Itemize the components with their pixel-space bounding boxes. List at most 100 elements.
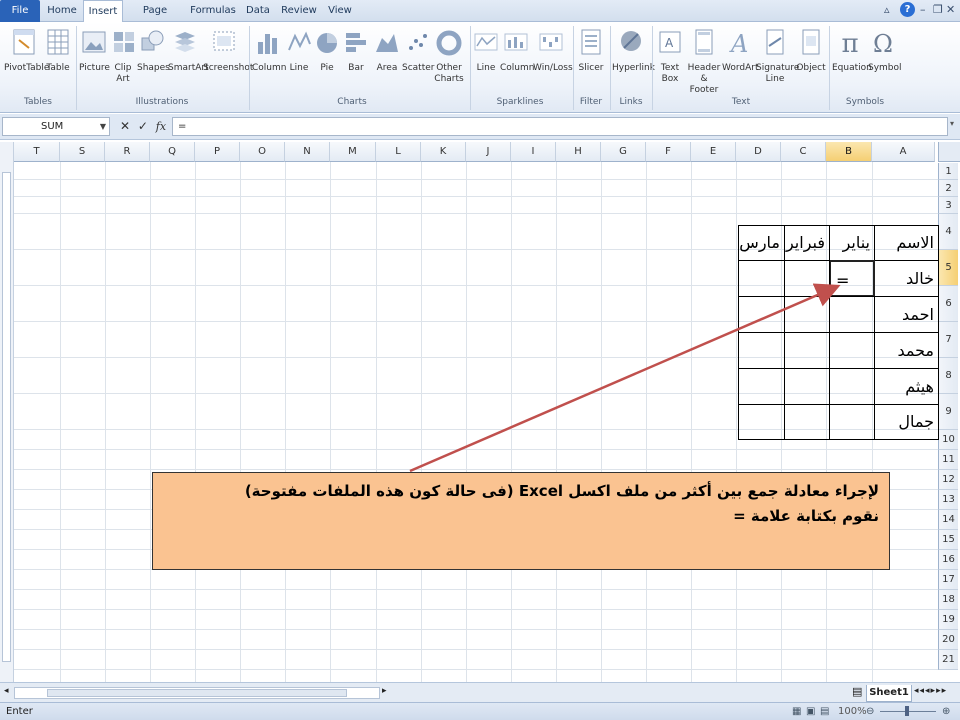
zoom-out-icon[interactable]: ⊖ — [866, 703, 874, 720]
column-chart-button[interactable]: Column — [252, 28, 286, 74]
screenshot-button[interactable]: Screenshot — [203, 28, 253, 74]
ribbon-minimize-icon[interactable]: ▵ — [884, 3, 890, 16]
zoom-in-icon[interactable]: ⊕ — [942, 703, 950, 720]
column-header-d[interactable]: D — [736, 142, 781, 162]
tab-file[interactable]: File — [0, 0, 40, 22]
row-header-20[interactable]: 20 — [938, 630, 958, 650]
symbol-button[interactable]: Ω Symbol — [868, 28, 902, 74]
cancel-icon[interactable]: ✕ — [120, 119, 130, 133]
sparkline-column-button[interactable]: Column — [500, 28, 534, 74]
column-header-b[interactable]: B — [826, 142, 872, 162]
signature-line-button[interactable]: Signature Line — [756, 28, 799, 85]
column-header-k[interactable]: K — [421, 142, 466, 162]
select-all-corner[interactable] — [938, 142, 960, 162]
tab-formulas[interactable]: Formulas — [190, 0, 236, 22]
data-cell[interactable] — [784, 368, 830, 405]
expand-formula-icon[interactable]: ▾ — [950, 119, 958, 133]
enter-icon[interactable]: ✓ — [138, 119, 148, 133]
data-cell[interactable] — [738, 260, 785, 297]
column-header-e[interactable]: E — [691, 142, 736, 162]
hyperlink-button[interactable]: Hyperlink — [612, 28, 655, 74]
column-header-m[interactable]: M — [330, 142, 376, 162]
clip-art-button[interactable]: Clip Art — [111, 28, 135, 85]
bar-chart-button[interactable]: Bar — [342, 28, 370, 74]
data-cell[interactable] — [784, 404, 830, 440]
close-icon[interactable]: ✕ — [946, 3, 955, 16]
column-header-r[interactable]: R — [105, 142, 150, 162]
data-cell[interactable] — [829, 368, 875, 405]
column-header-p[interactable]: P — [195, 142, 240, 162]
data-cell[interactable] — [738, 368, 785, 405]
data-cell[interactable] — [829, 404, 875, 440]
name-cell[interactable]: محمد — [874, 332, 939, 369]
row-header-9[interactable]: 9 — [938, 394, 958, 430]
equation-button[interactable]: π Equation — [832, 28, 872, 74]
horizontal-scrollbar[interactable] — [14, 687, 380, 699]
row-header-11[interactable]: 11 — [938, 450, 958, 470]
shapes-button[interactable]: Shapes — [137, 28, 170, 74]
slicer-button[interactable]: Slicer — [576, 28, 606, 74]
data-cell[interactable] — [784, 296, 830, 333]
header-march-cell[interactable]: مارس — [738, 225, 785, 261]
table-button[interactable]: Table — [44, 28, 72, 74]
name-cell[interactable]: خالد — [874, 260, 939, 297]
column-header-j[interactable]: J — [466, 142, 511, 162]
header-name-cell[interactable]: الاسم — [874, 225, 939, 261]
row-header-13[interactable]: 13 — [938, 490, 958, 510]
name-cell[interactable]: هيثم — [874, 368, 939, 405]
tab-home[interactable]: Home — [42, 0, 82, 22]
tab-page-layout[interactable]: Page Layout — [126, 0, 184, 38]
scroll-right-icon[interactable]: ▸ — [382, 686, 387, 696]
row-header-21[interactable]: 21 — [938, 650, 958, 670]
area-chart-button[interactable]: Area — [372, 28, 402, 74]
row-header-15[interactable]: 15 — [938, 530, 958, 550]
tab-data[interactable]: Data — [242, 0, 274, 22]
row-header-14[interactable]: 14 — [938, 510, 958, 530]
column-header-g[interactable]: G — [601, 142, 646, 162]
row-header-5[interactable]: 5 — [938, 250, 958, 286]
data-cell[interactable] — [738, 404, 785, 440]
restore-icon[interactable]: ❐ — [933, 3, 943, 16]
pie-chart-button[interactable]: Pie — [314, 28, 340, 74]
data-cell[interactable] — [738, 332, 785, 369]
data-cell[interactable] — [738, 296, 785, 333]
sparkline-line-button[interactable]: Line — [472, 28, 500, 74]
row-header-8[interactable]: 8 — [938, 358, 958, 394]
column-header-h[interactable]: H — [556, 142, 601, 162]
name-box[interactable]: SUM ▼ — [2, 117, 110, 136]
scroll-thumb[interactable] — [2, 172, 11, 662]
insert-sheet-icon[interactable]: ▤ — [852, 685, 862, 698]
column-header-a[interactable]: A — [872, 142, 935, 162]
data-cell[interactable] — [784, 332, 830, 369]
tab-review[interactable]: Review — [280, 0, 318, 22]
picture-button[interactable]: Picture — [79, 28, 110, 74]
name-cell[interactable]: جمال — [874, 404, 939, 440]
other-charts-button[interactable]: Other Charts — [433, 28, 465, 85]
row-header-3[interactable]: 3 — [938, 197, 958, 214]
column-header-q[interactable]: Q — [150, 142, 195, 162]
wordart-button[interactable]: A WordArt — [722, 28, 759, 74]
row-header-16[interactable]: 16 — [938, 550, 958, 570]
row-header-12[interactable]: 12 — [938, 470, 958, 490]
horizontal-scroll-thumb[interactable] — [47, 689, 347, 697]
data-cell[interactable] — [784, 260, 830, 297]
row-header-7[interactable]: 7 — [938, 322, 958, 358]
header-february-cell[interactable]: فبراير — [784, 225, 830, 261]
row-header-19[interactable]: 19 — [938, 610, 958, 630]
row-header-1[interactable]: 1 — [938, 163, 958, 180]
insert-function-button[interactable]: fx — [156, 120, 166, 133]
sparkline-winloss-button[interactable]: Win/Loss — [533, 28, 573, 74]
sheet-navigation-icons[interactable]: ◂◂◂▸▸▸ — [914, 686, 947, 696]
view-normal-icon[interactable]: ▦ — [792, 703, 801, 720]
row-header-4[interactable]: 4 — [938, 214, 958, 250]
column-header-s[interactable]: S — [60, 142, 105, 162]
object-button[interactable]: Object — [796, 28, 826, 74]
formula-input[interactable]: = — [172, 117, 948, 136]
column-header-t[interactable]: T — [14, 142, 60, 162]
row-header-6[interactable]: 6 — [938, 286, 958, 322]
row-header-18[interactable]: 18 — [938, 590, 958, 610]
zoom-slider-thumb[interactable] — [905, 706, 909, 716]
chevron-down-icon[interactable]: ▼ — [100, 118, 106, 135]
column-header-i[interactable]: I — [511, 142, 556, 162]
data-cell[interactable] — [829, 332, 875, 369]
